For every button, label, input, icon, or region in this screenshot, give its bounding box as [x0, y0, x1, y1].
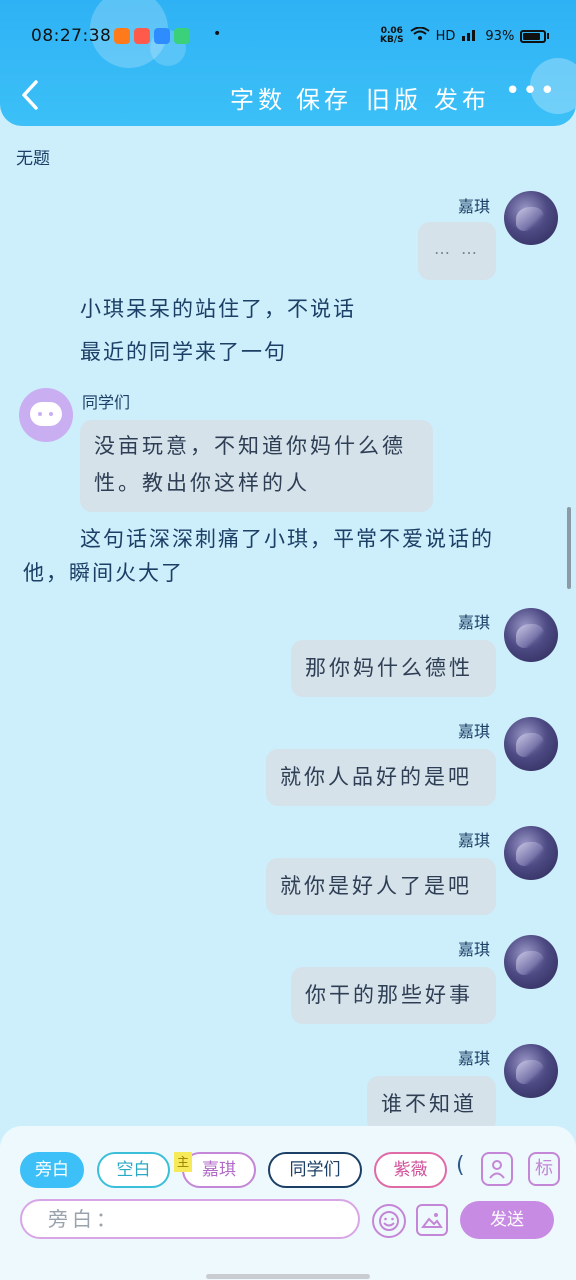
chevron-left-icon	[22, 80, 38, 110]
more-menu-button[interactable]: •••	[505, 76, 557, 106]
narration-text[interactable]: 这句话深深刺痛了小琪，平常不爱说话的	[80, 521, 494, 557]
notification-icons	[114, 28, 190, 44]
sender-name: 嘉琪	[458, 1049, 491, 1068]
message-line: 性。教出你这样的人	[94, 471, 310, 495]
save-button[interactable]: 保存	[296, 80, 352, 115]
battery-percent: 93%	[485, 28, 515, 44]
avatar[interactable]	[504, 717, 558, 771]
avatar[interactable]	[504, 826, 558, 880]
message-input[interactable]: 旁白：	[20, 1199, 360, 1239]
message-bubble[interactable]: 没亩玩意，不知道你妈什么德 性。教出你这样的人	[80, 420, 433, 512]
app-notification-icon	[114, 28, 130, 44]
signal-icon	[461, 27, 479, 45]
role-chip-narration[interactable]: 旁白	[20, 1152, 84, 1188]
narration-text[interactable]: 小琪呆呆的站住了，不说话	[80, 291, 356, 327]
publish-button[interactable]: 发布	[434, 80, 490, 115]
more-notifications-dot: •	[213, 26, 222, 42]
message-bubble[interactable]: 谁不知道	[367, 1076, 496, 1132]
person-icon	[489, 1160, 505, 1179]
tag-button[interactable]: 标	[528, 1152, 560, 1186]
avatar[interactable]	[504, 1044, 558, 1098]
speed-unit: KB/S	[380, 35, 404, 45]
app-notification-icon	[134, 28, 150, 44]
app-notification-icon	[174, 28, 190, 44]
message-line: 没亩玩意，不知道你妈什么德	[94, 434, 406, 458]
image-icon	[421, 1213, 443, 1228]
scrollbar[interactable]	[567, 507, 571, 589]
role-chip-jiaqi[interactable]: 嘉琪	[182, 1152, 256, 1188]
sender-name: 嘉琪	[458, 613, 491, 632]
send-button[interactable]: 发送	[460, 1201, 554, 1239]
message-bubble[interactable]: 你干的那些好事	[291, 967, 496, 1024]
status-time: 08:27:38	[31, 26, 112, 46]
emoji-button[interactable]	[372, 1204, 406, 1238]
message-bubble[interactable]: 那你妈什么德性	[291, 640, 496, 697]
manage-roles-button[interactable]	[481, 1152, 513, 1186]
image-button[interactable]	[416, 1204, 448, 1236]
main-role-badge: 主	[174, 1152, 192, 1172]
battery-cap	[547, 33, 550, 39]
message-bubble[interactable]: … …	[418, 222, 496, 280]
avatar[interactable]	[504, 935, 558, 989]
smiley-icon	[379, 1211, 399, 1231]
network-type: HD	[435, 28, 456, 44]
avatar[interactable]	[19, 388, 73, 442]
sender-name: 嘉琪	[458, 722, 491, 741]
role-chip-ziwei[interactable]: 紫薇	[374, 1152, 447, 1188]
word-count-button[interactable]: 字数	[230, 80, 286, 115]
app-notification-icon	[154, 28, 170, 44]
document-title[interactable]: 无题	[16, 144, 50, 169]
battery-icon	[520, 29, 547, 43]
status-right: 0.06 KB/S HD 93%	[380, 26, 550, 45]
home-indicator[interactable]	[206, 1274, 370, 1279]
old-version-button[interactable]: 旧版	[366, 80, 422, 115]
wifi-icon	[409, 26, 430, 45]
sender-name: 嘉琪	[458, 197, 491, 216]
back-button[interactable]	[18, 78, 48, 112]
message-bubble[interactable]: 就你人品好的是吧	[266, 749, 496, 806]
sender-name: 嘉琪	[458, 940, 491, 959]
role-chip-overflow[interactable]: (	[456, 1153, 465, 1178]
sender-name: 同学们	[82, 393, 131, 412]
status-bar: 08:27:38 • 0.06 KB/S HD 93%	[0, 22, 576, 52]
app-header: 08:27:38 • 0.06 KB/S HD 93% 字数 保存 旧版 发布 …	[0, 0, 576, 126]
avatar[interactable]	[504, 608, 558, 662]
message-bubble[interactable]: 就你是好人了是吧	[266, 858, 496, 915]
narration-text[interactable]: 最近的同学来了一句	[80, 334, 287, 370]
sender-name: 嘉琪	[458, 831, 491, 850]
nav-bar: 字数 保存 旧版 发布 •••	[0, 72, 576, 118]
narration-text[interactable]: 他，瞬间火大了	[23, 555, 184, 591]
avatar[interactable]	[504, 191, 558, 245]
chat-face-icon	[30, 402, 62, 426]
role-chip-blank[interactable]: 空白	[97, 1152, 170, 1188]
role-chip-classmates[interactable]: 同学们	[268, 1152, 362, 1188]
network-speed: 0.06 KB/S	[380, 27, 404, 45]
